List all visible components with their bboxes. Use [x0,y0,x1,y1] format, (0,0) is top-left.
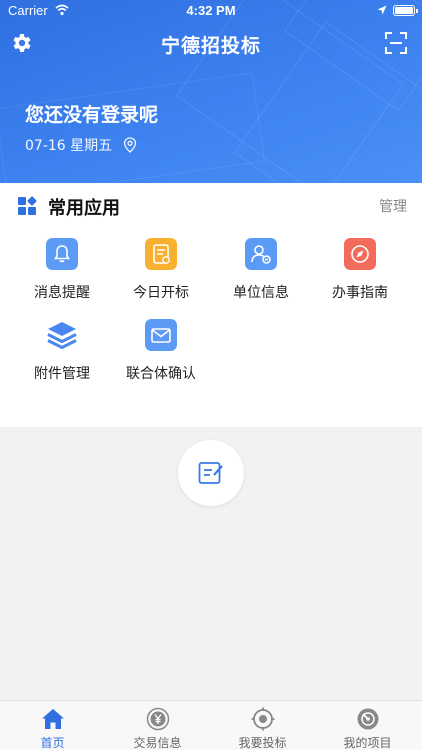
page-title: 宁德招投标 [160,35,261,57]
app-label: 单位信息 [233,285,289,301]
tab-home[interactable]: 首页 [0,701,105,750]
tab-label: 我的项目 [343,736,392,750]
compass-icon [344,238,376,270]
compose-button[interactable] [178,440,244,506]
date-display: 07-16 星期五 [25,135,137,155]
app-label: 附件管理 [34,366,90,382]
manage-link[interactable]: 管理 [379,196,407,216]
app-label: 消息提醒 [34,285,90,301]
tab-trade-info[interactable]: 交易信息 [105,701,210,750]
app-label: 办事指南 [332,285,388,301]
user-badge-icon [245,238,277,270]
tab-label: 首页 [40,736,65,750]
home-icon [42,709,64,729]
apps-section-title: 常用应用 [48,198,120,219]
edit-note-icon [198,462,223,484]
location-pin-icon [123,137,136,153]
app-label: 今日开标 [133,285,189,301]
app-message-reminder[interactable]: 消息提醒 [12,238,112,308]
tab-my-projects[interactable]: 我的项目 [315,701,420,750]
apps-grid-icon [18,196,37,215]
login-prompt[interactable]: 您还没有登录呢 [25,100,158,127]
clock: 4:32 PM [186,3,236,18]
app-service-guide[interactable]: 办事指南 [310,238,410,308]
scan-icon[interactable] [385,32,407,54]
bell-icon [46,238,78,270]
date-text: 07-16 星期五 [25,138,113,154]
tab-label: 交易信息 [133,736,182,750]
app-today-bid-opening[interactable]: 今日开标 [111,238,211,308]
project-icon [357,708,379,730]
mail-icon [145,319,177,351]
tab-bar: 首页 交易信息 我要投标 我的项目 [0,700,422,750]
tab-label: 我要投标 [238,736,287,750]
tab-submit-bid[interactable]: 我要投标 [210,701,315,750]
app-label: 联合体确认 [126,366,196,382]
status-bar: Carrier 4:32 PM [0,0,422,22]
location-arrow-icon [377,5,387,15]
battery-icon [393,5,418,16]
layers-icon [47,322,77,349]
target-icon [251,707,275,731]
app-consortium-confirmation[interactable]: 联合体确认 [111,319,211,389]
calendar-doc-icon [145,238,177,270]
app-attachment-management[interactable]: 附件管理 [12,319,112,389]
decoration [0,72,265,183]
app-unit-info[interactable]: 单位信息 [211,238,311,308]
navbar: 宁德招投标 [0,22,422,66]
header-banner: Carrier 4:32 PM 宁德招投标 您还没有登录呢 07-16 星期五 [0,0,422,183]
yen-coin-icon [146,707,170,731]
